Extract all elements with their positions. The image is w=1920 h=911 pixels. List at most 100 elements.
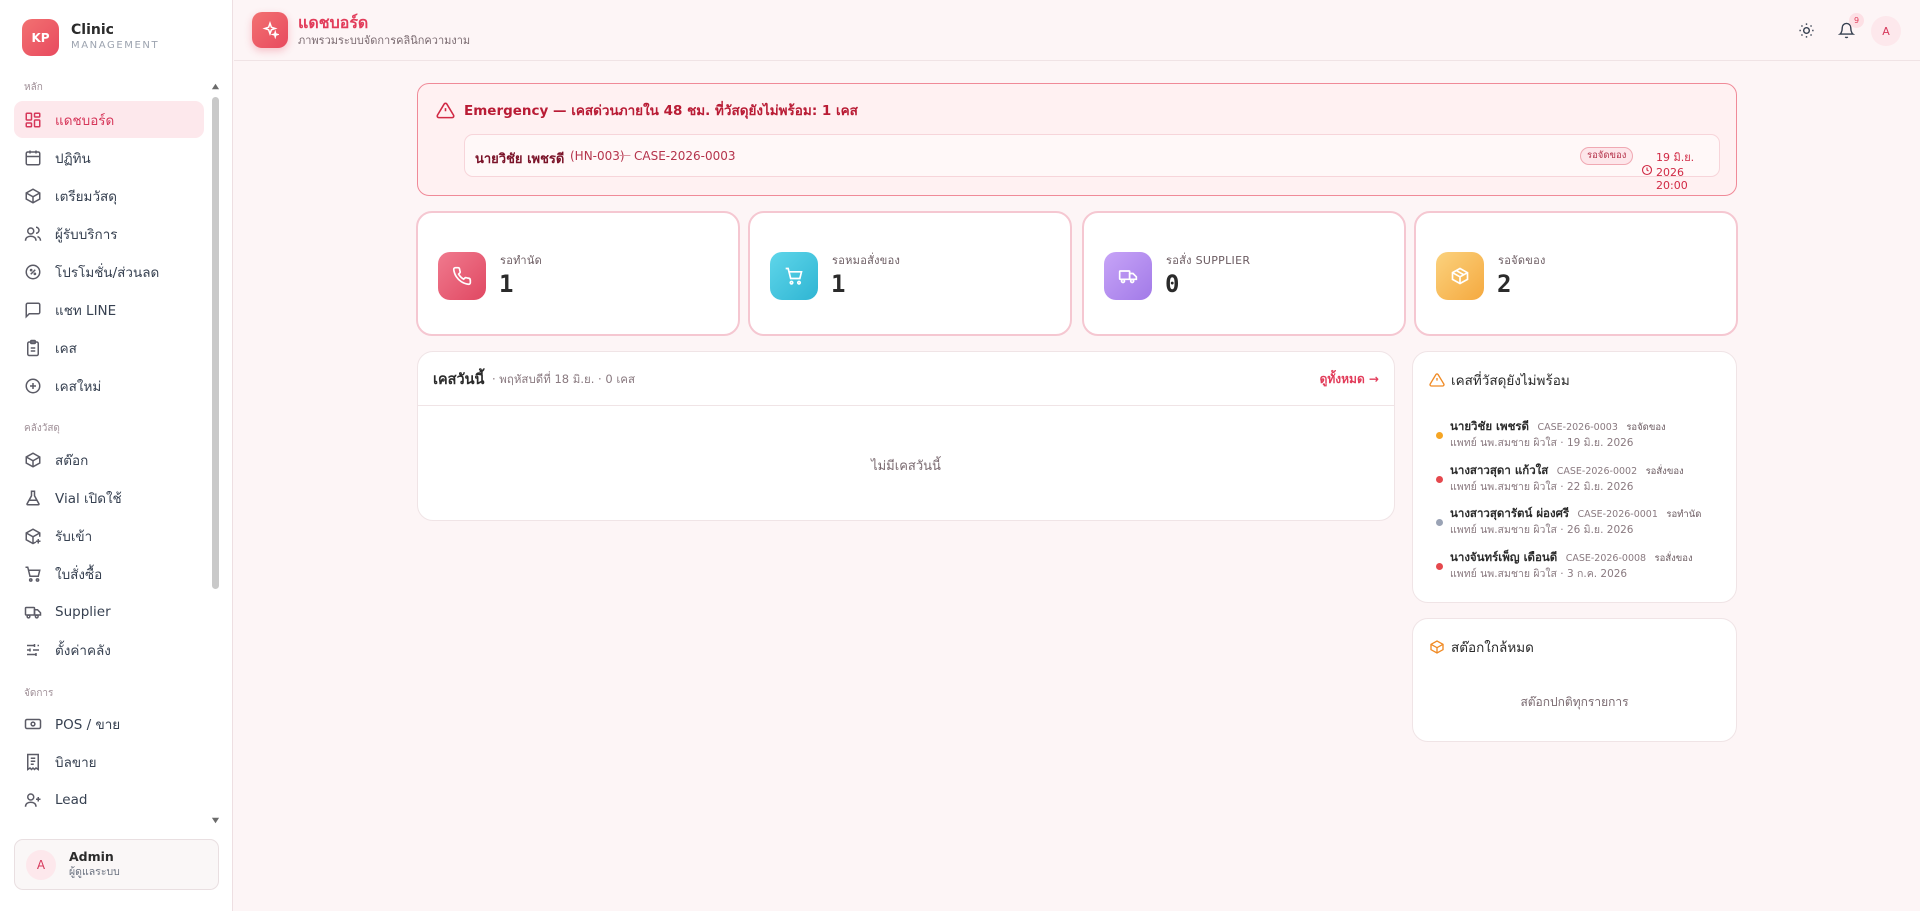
appointment-datetime: 19 มิ.ย. 2026 20:00 (1656, 151, 1695, 192)
view-all-link[interactable]: ดูทั้งหมด → (1320, 370, 1379, 389)
sidebar-item-dashboard[interactable]: แดชบอร์ด (14, 101, 204, 138)
case-status: รอสั่งของ (1645, 466, 1684, 477)
sidebar-item-new-case[interactable]: เคสใหม่ (14, 367, 204, 404)
header-avatar[interactable]: A (1871, 16, 1901, 46)
case-patient-name: นางจันทร์เพ็ญ เดือนดี (1450, 550, 1558, 564)
box-icon (24, 451, 42, 469)
case-status: รอจัดของ (1626, 422, 1666, 433)
receipt-icon (24, 753, 42, 771)
status-badge: รอจัดของ (1580, 147, 1634, 165)
stat-value: 0 (1165, 270, 1180, 298)
sidebar-item-label: POS / ขาย (55, 716, 121, 733)
sidebar-scrollbar-thumb[interactable] (212, 97, 219, 589)
today-cases-panel: เคสวันนี้ · พฤหัสบดีที่ 18 มิ.ย. · 0 เคส… (417, 351, 1395, 521)
user-plus-icon (24, 791, 42, 809)
case-status: รอสั่งของ (1654, 553, 1693, 564)
stat-value: 2 (1497, 270, 1512, 298)
scroll-up-icon[interactable] (211, 82, 220, 91)
emergency-alert: Emergency — เคสด่วนภายใน 48 ชม. ที่วัสดุ… (417, 83, 1737, 196)
notifications-button[interactable]: 9 (1832, 13, 1864, 44)
sidebar-item-receive[interactable]: รับเข้า (14, 517, 204, 554)
sidebar-item-label: รับเข้า (55, 528, 93, 545)
sidebar-item-promotions[interactable]: โปรโมชั่น/ส่วนลด (14, 253, 204, 290)
case-code: CASE-2026-0003 (634, 149, 736, 163)
sliders-icon (24, 641, 42, 659)
sidebar-item-supplier[interactable]: Supplier (14, 593, 204, 630)
sidebar-item-purchase-order[interactable]: ใบสั่งซื้อ (14, 555, 204, 592)
scroll-down-icon[interactable] (211, 816, 220, 825)
sidebar-item-calendar[interactable]: ปฏิทิน (14, 139, 204, 176)
separator-dash: — (619, 148, 631, 162)
dashboard-icon (24, 111, 42, 129)
sidebar-item-sales-bill[interactable]: บิลขาย (14, 743, 204, 780)
case-detail: แพทย์ นพ.สมชาย ผิวใส · 3 ก.ค. 2026 (1450, 568, 1628, 580)
sidebar-item-label: บิลขาย (55, 754, 97, 771)
notification-badge: 9 (1849, 13, 1864, 28)
sidebar-item-vial[interactable]: Vial เปิดใช้ (14, 479, 204, 516)
sidebar-item-label: แชท LINE (55, 302, 117, 319)
sidebar-item-line-chat[interactable]: แชท LINE (14, 291, 204, 328)
case-code: CASE-2026-0008 (1565, 553, 1647, 564)
materials-not-ready-panel: เคสที่วัสดุยังไม่พร้อม นายวิชัย เพชรดี C… (1412, 351, 1737, 603)
sidebar-item-cases[interactable]: เคส (14, 329, 204, 366)
stat-card-awaiting-packing[interactable]: รอจัดของ 2 (1414, 211, 1738, 336)
sidebar-item-label: เคสใหม่ (55, 378, 102, 395)
sidebar-item-label: Supplier (55, 603, 111, 620)
today-title: เคสวันนี้ (433, 372, 485, 388)
stat-value: 1 (499, 270, 514, 298)
discount-icon (24, 263, 42, 281)
top-header: แดชบอร์ด ภาพรวมระบบจัดการคลินิกความงาม 9… (234, 0, 1920, 61)
emergency-title: Emergency — เคสด่วนภายใน 48 ชม. ที่วัสดุ… (464, 103, 858, 119)
package-icon (1436, 252, 1484, 300)
sidebar-item-label: ปฏิทิน (55, 150, 91, 167)
stat-card-awaiting-supplier[interactable]: รอสั่ง SUPPLIER 0 (1082, 211, 1406, 336)
emergency-case-row[interactable]: นายวิชัย เพชรดี (HN-003) — CASE-2026-000… (464, 134, 1720, 192)
truck-icon (1104, 252, 1152, 300)
brand[interactable]: KP Clinic MANAGEMENT (22, 19, 159, 56)
sidebar-item-stock[interactable]: สต๊อก (14, 441, 204, 478)
sidebar-item-inventory-settings[interactable]: ตั้งค่าคลัง (14, 631, 204, 668)
sidebar: KP Clinic MANAGEMENT หลัก แดชบอร์ด ปฏิทิ… (0, 0, 233, 911)
stat-label: รอหมอสั่งของ (832, 254, 901, 267)
sidebar-item-lead[interactable]: Lead (14, 781, 204, 818)
stat-card-awaiting-appointment[interactable]: รอทำนัด 1 (416, 211, 740, 336)
sidebar-item-pos[interactable]: POS / ขาย (14, 705, 204, 742)
stat-label: รอสั่ง SUPPLIER (1166, 254, 1251, 267)
status-dot (1436, 476, 1443, 483)
sidebar-item-label: Vial เปิดใช้ (55, 490, 122, 507)
box-icon (1429, 639, 1445, 655)
cart-icon (24, 565, 42, 583)
sidebar-item-label: Lead (55, 791, 88, 808)
calendar-icon (24, 149, 42, 167)
stat-card-awaiting-doctor-order[interactable]: รอหมอสั่งของ 1 (748, 211, 1072, 336)
theme-toggle-button[interactable] (1792, 16, 1820, 44)
case-patient-name: นางสาวสุดา แก้วใส (1450, 463, 1549, 477)
panel-title: สต๊อกใกล้หมด (1451, 640, 1534, 656)
clipboard-icon (24, 339, 42, 357)
sidebar-item-prepare[interactable]: เตรียมวัสดุ (14, 177, 204, 214)
case-code: CASE-2026-0001 (1577, 509, 1658, 520)
brand-subtitle: MANAGEMENT (71, 40, 160, 51)
case-code: CASE-2026-0003 (1537, 422, 1618, 433)
plus-circle-icon (24, 377, 42, 395)
empty-state: ไม่มีเคสวันนี้ (871, 459, 941, 474)
cash-icon (24, 715, 42, 733)
sidebar-item-label: สต๊อก (55, 452, 89, 469)
brand-name: Clinic (71, 22, 114, 38)
sidebar-item-label: เคส (55, 340, 77, 357)
case-detail: แพทย์ นพ.สมชาย ผิวใส · 19 มิ.ย. 2026 (1450, 437, 1634, 449)
users-icon (24, 225, 42, 243)
phone-icon (438, 252, 486, 300)
case-patient-name: นางสาวสุดารัตน์ ผ่องศรี (1450, 506, 1570, 520)
box-plus-icon (24, 527, 42, 545)
nav-section-inventory: คลังวัสดุ (24, 423, 60, 434)
chat-icon (24, 301, 42, 319)
brand-logo: KP (22, 19, 59, 56)
sidebar-item-customers[interactable]: ผู้รับบริการ (14, 215, 204, 252)
package-icon (24, 187, 42, 205)
warning-icon (1429, 372, 1445, 388)
cart-icon (770, 252, 818, 300)
truck-icon (24, 603, 42, 621)
sidebar-item-label: เตรียมวัสดุ (55, 188, 118, 205)
user-card[interactable]: A Admin ผู้ดูแลระบบ (14, 839, 219, 890)
